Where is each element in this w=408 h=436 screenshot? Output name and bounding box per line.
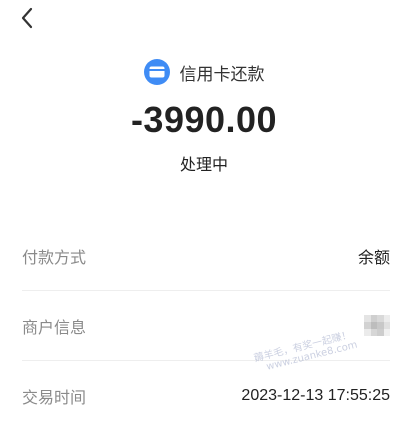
transaction-header: 信用卡还款 -3990.00 处理中 bbox=[0, 58, 408, 176]
credit-card-icon bbox=[143, 59, 170, 85]
detail-row-time: 交易时间 2023-12-13 17:55:25 bbox=[22, 361, 390, 431]
back-button[interactable] bbox=[16, 4, 40, 32]
chevron-left-icon bbox=[21, 7, 33, 29]
time-label: 交易时间 bbox=[22, 388, 87, 407]
transaction-details: 付款方式 余额 商户信息 交易时间 2023-12-13 17:55:25 bbox=[22, 221, 390, 431]
detail-row-payment-method: 付款方式 余额 bbox=[22, 221, 390, 291]
time-value: 2023-12-13 17:55:25 bbox=[241, 387, 390, 404]
title-row: 信用卡还款 bbox=[0, 58, 408, 86]
transaction-title: 信用卡还款 bbox=[179, 64, 265, 85]
merchant-logo-blurred bbox=[364, 314, 390, 337]
transaction-amount: -3990.00 bbox=[130, 99, 278, 140]
detail-row-merchant: 商户信息 bbox=[22, 291, 390, 361]
payment-method-label: 付款方式 bbox=[22, 247, 87, 267]
payment-method-value: 余额 bbox=[357, 249, 390, 267]
merchant-label: 商户信息 bbox=[22, 317, 87, 337]
transaction-status: 处理中 bbox=[179, 155, 228, 174]
